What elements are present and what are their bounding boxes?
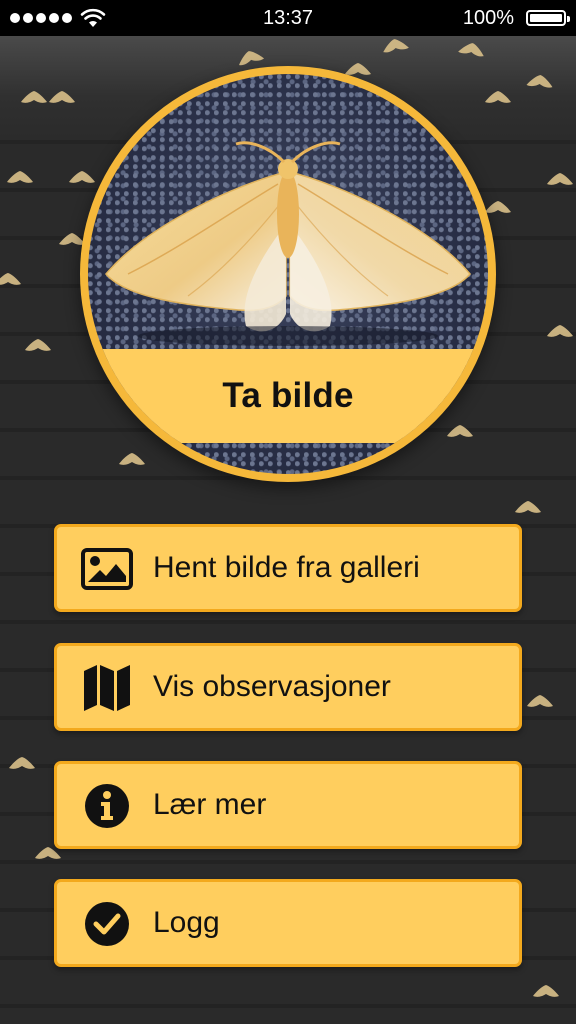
- log-button[interactable]: Logg: [54, 879, 522, 967]
- decorative-moth-icon: [533, 985, 559, 997]
- decorative-moth-icon: [21, 91, 47, 103]
- gallery-button-label: Hent bilde fra galleri: [153, 551, 420, 584]
- status-bar: 13:37 100%: [0, 0, 576, 36]
- decorative-moth-icon: [485, 201, 511, 213]
- info-icon: [81, 782, 133, 830]
- decorative-moth-icon: [485, 91, 511, 103]
- learn-more-button-label: Lær mer: [153, 788, 267, 821]
- decorative-moth-icon: [526, 75, 553, 88]
- decorative-moth-icon: [238, 51, 265, 66]
- take-photo-label-band: Ta bilde: [88, 349, 488, 443]
- decorative-moth-icon: [49, 91, 75, 103]
- decorative-moth-icon: [59, 233, 85, 245]
- gallery-button[interactable]: Hent bilde fra galleri: [54, 524, 522, 612]
- decorative-moth-icon: [9, 757, 35, 769]
- decorative-moth-icon: [25, 339, 51, 351]
- decorative-moth-icon: [7, 171, 33, 183]
- log-button-label: Logg: [153, 906, 220, 939]
- map-icon: [81, 664, 133, 712]
- learn-more-button[interactable]: Lær mer: [54, 761, 522, 849]
- decorative-moth-icon: [527, 695, 553, 707]
- decorative-moth-icon: [547, 173, 573, 185]
- decorative-moth-icon: [0, 273, 21, 285]
- take-photo-label: Ta bilde: [222, 376, 354, 415]
- take-photo-button[interactable]: Ta bilde: [80, 66, 496, 482]
- moth-photo: Ta bilde: [88, 74, 488, 474]
- decorative-moth-icon: [515, 501, 541, 513]
- observations-button-label: Vis observasjoner: [153, 670, 391, 703]
- battery-icon: [526, 10, 570, 26]
- decorative-moth-icon: [383, 39, 409, 53]
- battery-percent: 100%: [462, 7, 514, 29]
- decorative-moth-icon: [547, 325, 573, 337]
- observations-button[interactable]: Vis observasjoner: [54, 643, 522, 731]
- decorative-moth-icon: [458, 43, 484, 57]
- check-circle-icon: [81, 900, 133, 948]
- decorative-moth-icon: [35, 847, 61, 859]
- image-icon: [81, 545, 133, 593]
